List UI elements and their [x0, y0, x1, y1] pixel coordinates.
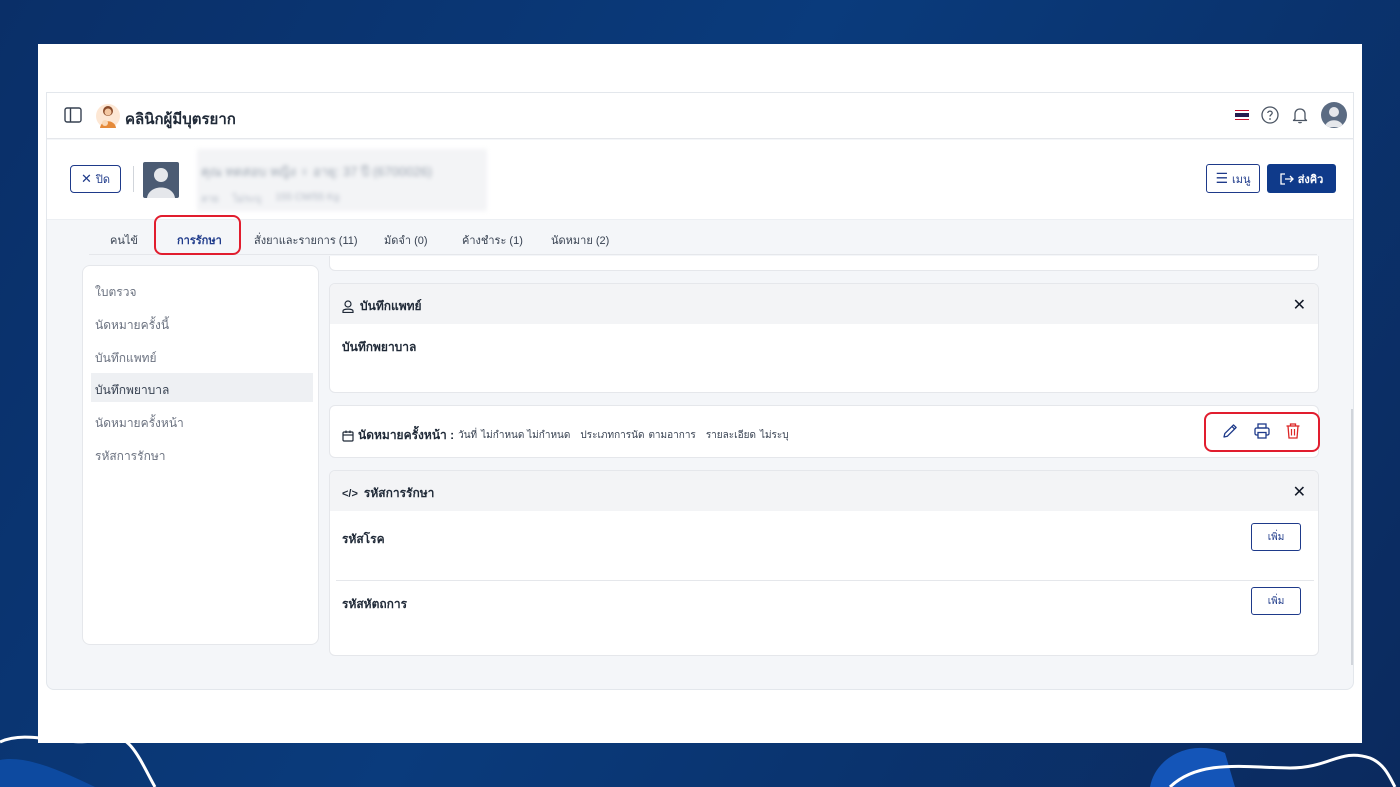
nav-item-exam[interactable]: ใบตรวจ — [91, 275, 313, 304]
main-content: บันทึกแพทย์ ✕ บันทึกพยาบาล นัดหมายครั้งห… — [329, 256, 1321, 676]
treatment-codes-card: </> รหัสการรักษา ✕ รหัสโรค เพิ่ม รหัสหัต… — [329, 470, 1319, 656]
nurse-note-label: บันทึกพยาบาล — [342, 340, 417, 354]
procedure-code-label: รหัสหัตถการ — [342, 597, 408, 611]
nav-item-next-appointment[interactable]: นัดหมายครั้งหน้า — [91, 406, 313, 435]
delete-icon[interactable] — [1284, 422, 1302, 440]
background-wave-right — [1150, 747, 1397, 787]
nav-item-nurse-note[interactable]: บันทึกพยาบาล — [91, 373, 313, 402]
send-queue-button[interactable]: ส่งคิว — [1267, 164, 1336, 193]
tab-bar: คนไข้ การรักษา สั่งยาและรายการ (11) มัดจ… — [89, 221, 1317, 255]
nav-item-treatment-code[interactable]: รหัสการรักษา — [91, 439, 313, 468]
patient-name: คุณ ทดสอบ หญิง ♀ อายุ: 37 ปี (6700026) — [201, 164, 433, 179]
close-icon[interactable]: ✕ — [1293, 295, 1306, 315]
calendar-icon — [342, 430, 354, 442]
section-nav: ใบตรวจ นัดหมายครั้งนี้ บันทึกแพทย์ บันทึ… — [82, 265, 319, 645]
nav-item-doctor-note[interactable]: บันทึกแพทย์ — [91, 341, 313, 370]
close-icon[interactable]: ✕ — [1293, 482, 1306, 502]
patient-photo — [143, 162, 179, 198]
diagnosis-code-label: รหัสโรค — [342, 532, 385, 546]
tab-appointments[interactable]: นัดหมาย (2) — [551, 231, 609, 249]
nav-item-current-appointment[interactable]: นัดหมายครั้งนี้ — [91, 308, 313, 337]
print-icon[interactable] — [1253, 422, 1271, 440]
card-title: </> รหัสการรักษา — [342, 486, 435, 500]
thai-flag-icon[interactable] — [1235, 109, 1249, 121]
doctor-note-card: บันทึกแพทย์ ✕ บันทึกพยาบาล — [329, 283, 1319, 393]
menu-button[interactable]: ☰ เมนู — [1206, 164, 1260, 193]
app-window: คลินิกผู้มีบุตรยาก ✕ ปิด คุณ ทดสอบ หญิง … — [46, 92, 1354, 690]
divider — [133, 166, 134, 192]
edit-icon[interactable] — [1221, 422, 1239, 440]
close-icon: ✕ — [80, 171, 92, 186]
next-appointment-summary: นัดหมายครั้งหน้า : วันที่ ไม่กำหนด ไม่กำ… — [342, 426, 789, 445]
patient-details: ลาย ไม่ระบุ 155 CM/55 Kg — [201, 192, 340, 205]
previous-card-edge — [329, 256, 1319, 271]
user-avatar[interactable] — [1321, 102, 1347, 128]
add-procedure-code-button[interactable]: เพิ่ม — [1251, 587, 1301, 615]
patient-info: คุณ ทดสอบ หญิง ♀ อายุ: 37 ปี (6700026) ล… — [197, 149, 487, 211]
top-bar: คลินิกผู้มีบุตรยาก — [47, 93, 1353, 139]
tab-patient[interactable]: คนไข้ — [110, 231, 138, 249]
row-divider — [336, 580, 1314, 581]
tab-orders[interactable]: สั่งยาและรายการ (11) — [254, 231, 358, 249]
app-title: คลินิกผู้มีบุตรยาก — [125, 111, 236, 128]
patient-bar: ✕ ปิด คุณ ทดสอบ หญิง ♀ อายุ: 37 ปี (6700… — [47, 140, 1353, 220]
clinic-logo-icon — [96, 104, 120, 128]
tab-outstanding[interactable]: ค้างชำระ (1) — [462, 231, 523, 249]
sidebar-toggle-icon[interactable] — [64, 107, 82, 123]
doctor-icon — [342, 300, 354, 313]
card-title: บันทึกแพทย์ — [342, 297, 422, 316]
add-diagnosis-code-button[interactable]: เพิ่ม — [1251, 523, 1301, 551]
next-appointment-card: นัดหมายครั้งหน้า : วันที่ ไม่กำหนด ไม่กำ… — [329, 405, 1320, 458]
close-button[interactable]: ✕ ปิด — [70, 165, 121, 193]
card-header: </> รหัสการรักษา ✕ — [330, 471, 1318, 511]
card-header: บันทึกแพทย์ ✕ — [330, 284, 1318, 324]
header-actions — [1235, 102, 1347, 128]
tab-deposit[interactable]: มัดจำ (0) — [384, 231, 428, 249]
tab-highlight-annotation — [154, 215, 241, 255]
code-icon: </> — [342, 487, 358, 500]
scrollbar[interactable] — [1351, 409, 1353, 665]
help-icon[interactable] — [1261, 106, 1279, 124]
bell-icon[interactable] — [1291, 106, 1309, 124]
send-icon — [1280, 172, 1294, 185]
hamburger-icon: ☰ — [1215, 170, 1229, 186]
